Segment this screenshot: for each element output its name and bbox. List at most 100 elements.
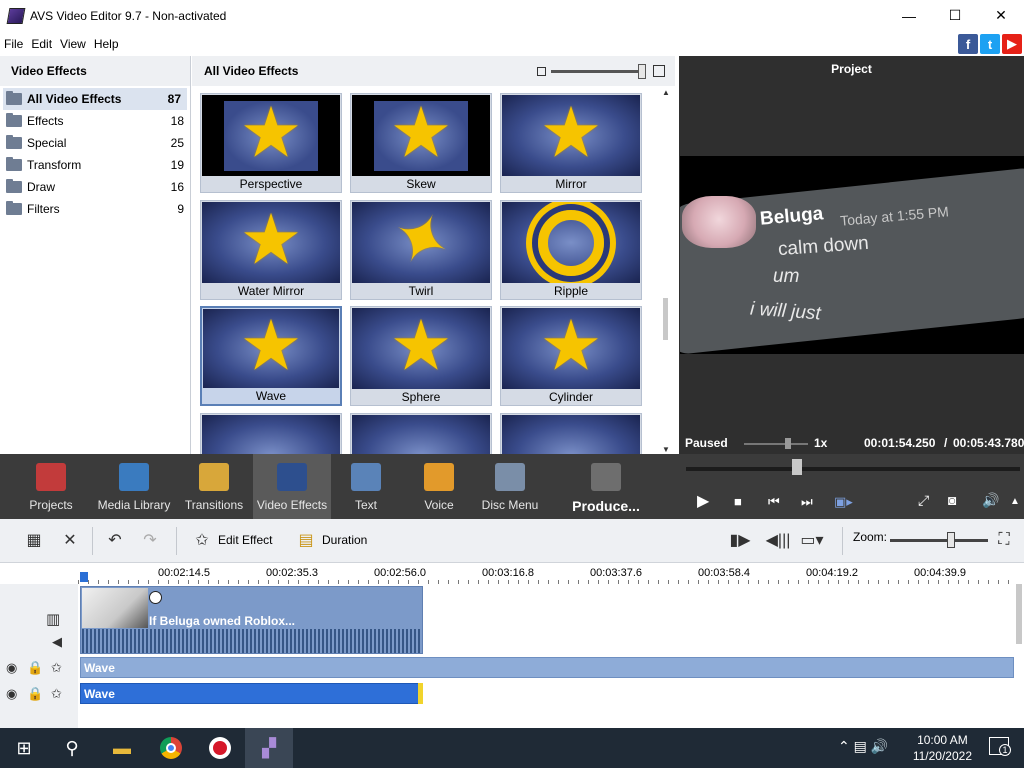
close-button[interactable]: ✕: [978, 0, 1024, 31]
scroll-thumb[interactable]: [663, 298, 668, 340]
undo-button[interactable]: ↶: [105, 530, 131, 550]
fit-timeline-button[interactable]: ⛶: [994, 530, 1020, 550]
effect-tile-mirror[interactable]: ★ Mirror: [500, 93, 642, 193]
media-library-button[interactable]: Media Library: [96, 454, 172, 519]
ruler-mark: 00:02:35.3: [266, 567, 318, 579]
effect-tile-cylinder[interactable]: ★ Cylinder: [500, 306, 642, 406]
effect-tile[interactable]: ★: [500, 413, 642, 454]
category-transform[interactable]: Transform 19: [0, 154, 190, 176]
lock-icon[interactable]: 🔒: [27, 686, 43, 702]
text-button[interactable]: Text: [337, 454, 395, 519]
category-effects[interactable]: Effects 18: [0, 110, 190, 132]
produce-button[interactable]: Produce...: [568, 454, 644, 519]
voice-button[interactable]: Voice: [410, 454, 468, 519]
menu-file[interactable]: File: [0, 37, 27, 51]
star-icon: ★: [389, 95, 453, 171]
timeline-view-button[interactable]: ▭▾: [800, 530, 828, 550]
maximize-button[interactable]: ☐: [932, 0, 978, 31]
timeline-zoom-handle[interactable]: [947, 532, 955, 548]
effect-bar[interactable]: Wave: [80, 657, 1014, 678]
disc-menu-button[interactable]: Disc Menu: [478, 454, 542, 519]
seek-handle[interactable]: [792, 459, 802, 475]
scroll-down-icon[interactable]: ▼: [661, 445, 671, 454]
speed-slider[interactable]: [744, 443, 808, 445]
tool-label: Voice: [424, 498, 454, 512]
split-track-button[interactable]: ▮▶: [729, 530, 756, 550]
effect-bar-selected[interactable]: Wave: [80, 683, 422, 704]
projects-button[interactable]: Projects: [20, 454, 82, 519]
effect-tile-twirl[interactable]: ✦ Twirl: [350, 200, 492, 300]
effect-tile-perspective[interactable]: ★ Perspective: [200, 93, 342, 193]
category-filters[interactable]: Filters 9: [0, 198, 190, 220]
video-clip[interactable]: If Beluga owned Roblox...: [80, 586, 423, 654]
effects-scrollbar[interactable]: ▲ ▼: [661, 88, 671, 454]
duration-button[interactable]: ▤ Duration: [296, 530, 367, 550]
speed-handle[interactable]: [785, 438, 791, 449]
thumbnail-size-handle[interactable]: [638, 64, 646, 79]
transitions-button[interactable]: Transitions: [181, 454, 247, 519]
effect-tile[interactable]: ★: [350, 413, 492, 454]
timeline-zoom-slider[interactable]: [890, 539, 988, 542]
video-preview[interactable]: Beluga Today at 1:55 PM calm down um i w…: [680, 156, 1024, 354]
record-icon[interactable]: [208, 736, 232, 760]
storyboard-toggle-button[interactable]: ▦: [24, 530, 50, 550]
effect-tile-water-mirror[interactable]: ★ Water Mirror: [200, 200, 342, 300]
clock[interactable]: 10:00 AM 11/20/2022: [913, 732, 972, 764]
system-tray[interactable]: ⌃ ▤ 🔊: [838, 738, 888, 755]
scroll-up-icon[interactable]: ▲: [661, 88, 671, 97]
visibility-icon[interactable]: ◉: [6, 686, 17, 702]
delete-button[interactable]: ✕: [60, 530, 86, 550]
volume-icon[interactable]: 🔊: [982, 492, 999, 509]
category-count: 18: [170, 114, 184, 128]
next-frame-icon[interactable]: ⏭: [801, 494, 813, 510]
redo-button[interactable]: ↷: [140, 530, 166, 550]
minimize-button[interactable]: —: [886, 0, 932, 31]
windows-start-icon[interactable]: ⊞: [12, 736, 36, 760]
visibility-icon[interactable]: ◉: [6, 660, 17, 676]
category-draw[interactable]: Draw 16: [0, 176, 190, 198]
category-count: 25: [170, 136, 184, 150]
lock-icon[interactable]: 🔒: [27, 660, 43, 676]
tool-label: Video Effects: [256, 498, 328, 512]
search-icon[interactable]: ⚲: [60, 736, 84, 760]
effect-tile[interactable]: ★: [200, 413, 342, 454]
effect-tile-wave[interactable]: ★ Wave: [200, 306, 342, 406]
menu-help[interactable]: Help: [90, 37, 123, 51]
menu-edit[interactable]: Edit: [27, 37, 56, 51]
category-all-video-effects[interactable]: All Video Effects 87: [3, 88, 187, 110]
effect-bar-resize-handle[interactable]: [418, 683, 423, 704]
menu-view[interactable]: View: [56, 37, 90, 51]
clock-date: 11/20/2022: [912, 749, 972, 763]
effect-tile-ripple[interactable]: Ripple: [500, 200, 642, 300]
fullscreen-icon[interactable]: ⤢: [918, 492, 929, 509]
twitter-icon[interactable]: t: [980, 34, 1000, 54]
effect-tile-skew[interactable]: ★ Skew: [350, 93, 492, 193]
play-icon[interactable]: ▶: [697, 491, 709, 511]
window-title: AVS Video Editor 9.7 - Non-activated: [30, 8, 227, 23]
effect-tile-sphere[interactable]: ★ Sphere: [350, 306, 492, 406]
youtube-icon[interactable]: ▶: [1002, 34, 1022, 54]
timeline-scrollbar[interactable]: [1016, 584, 1022, 644]
notifications-icon[interactable]: 1: [988, 736, 1011, 758]
large-thumbnails-icon[interactable]: [653, 65, 665, 77]
chrome-icon[interactable]: [159, 736, 183, 760]
effect-categories-panel: Video Effects All Video Effects 87 Effec…: [0, 56, 191, 454]
small-thumbnails-icon[interactable]: [537, 67, 546, 76]
categories-title: Video Effects: [0, 56, 190, 86]
thumbnail-size-slider[interactable]: [551, 70, 646, 73]
avs-editor-icon[interactable]: ▞: [257, 736, 281, 760]
file-explorer-icon[interactable]: ▬: [110, 736, 134, 760]
more-options-icon[interactable]: ▲: [1010, 496, 1020, 507]
video-effects-button[interactable]: Video Effects: [253, 454, 331, 519]
audio-mixer-button[interactable]: ◀|||: [766, 530, 794, 550]
edit-effect-button[interactable]: ✩ Edit Effect: [192, 530, 272, 550]
snapshot-icon[interactable]: ◙: [948, 492, 956, 508]
social-links: f t ▶: [958, 34, 1022, 54]
facebook-icon[interactable]: f: [958, 34, 978, 54]
seek-bar[interactable]: [686, 467, 1020, 471]
category-special[interactable]: Special 25: [0, 132, 190, 154]
stop-icon[interactable]: ■: [734, 494, 742, 509]
previous-frame-icon[interactable]: ⏮: [768, 494, 780, 510]
timeline-ruler[interactable]: 00:02:14.5 00:02:35.3 00:02:56.0 00:03:1…: [0, 563, 1024, 584]
split-icon[interactable]: ▣▸: [834, 494, 853, 510]
